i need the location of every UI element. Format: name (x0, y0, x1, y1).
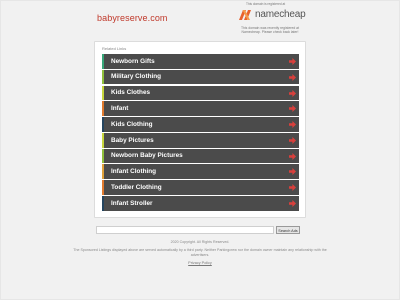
arrow-right-icon (289, 89, 296, 97)
related-link[interactable]: Infant Clothing (102, 164, 299, 180)
registrar-note: This domain was recently registered at N… (240, 26, 300, 35)
search-input[interactable] (96, 226, 274, 234)
copyright-text: 2020 Copyright. All Rights Reserved. (170, 240, 230, 244)
related-link[interactable]: Toddler Clothing (102, 180, 299, 195)
registrar-caption: This domain is registered at (246, 2, 286, 6)
related-link-label: Toddler Clothing (111, 183, 162, 191)
namecheap-logo-icon (239, 10, 251, 20)
arrow-right-icon (289, 105, 296, 113)
related-link[interactable]: Infant Stroller (102, 196, 299, 211)
link-color-bar (102, 164, 104, 180)
link-color-bar (102, 132, 104, 148)
related-link[interactable]: Kids Clothes (102, 85, 299, 101)
arrow-right-icon (289, 152, 296, 160)
related-link-label: Infant Stroller (111, 199, 153, 207)
related-link-label: Infant Clothing (111, 168, 157, 176)
link-color-bar (102, 117, 104, 132)
namecheap-logo-text: namecheap (255, 9, 306, 20)
related-link[interactable]: Newborn Gifts (102, 54, 299, 69)
related-link[interactable]: Baby Pictures (102, 132, 299, 148)
arrow-right-icon (289, 200, 296, 208)
related-links-list: Newborn Gifts Military Clothing Kids Clo… (102, 54, 299, 212)
related-link-label: Baby Pictures (111, 136, 154, 144)
related-link[interactable]: Infant (102, 101, 299, 116)
privacy-policy-link[interactable]: Privacy Policy (188, 261, 212, 265)
link-color-bar (102, 180, 104, 195)
namecheap-logo[interactable]: namecheap (238, 7, 306, 23)
related-link-label: Kids Clothes (111, 89, 151, 97)
privacy-policy-container: Privacy Policy (0, 261, 400, 265)
arrow-right-icon (289, 184, 296, 192)
link-color-bar (102, 54, 104, 69)
link-color-bar (102, 196, 104, 211)
disclaimer-text: The Sponsored Listings displayed above a… (73, 248, 327, 257)
link-color-bar (102, 148, 104, 164)
related-link-label: Newborn Gifts (111, 57, 155, 65)
arrow-right-icon (289, 168, 296, 176)
search-area: Search Ads (96, 225, 302, 235)
search-ads-button[interactable]: Search Ads (276, 226, 300, 234)
related-link[interactable]: Kids Clothing (102, 117, 299, 132)
arrow-right-icon (289, 73, 296, 81)
link-color-bar (102, 85, 104, 101)
arrow-right-icon (289, 136, 296, 144)
link-color-bar (102, 101, 104, 116)
related-links-panel: Related Links Newborn Gifts Military Clo… (94, 41, 306, 218)
related-link-label: Military Clothing (111, 73, 162, 81)
related-link-label: Kids Clothing (111, 120, 153, 128)
related-link-label: Infant (111, 104, 129, 112)
link-color-bar (102, 69, 104, 85)
related-link-label: Newborn Baby Pictures (111, 152, 183, 160)
header: babyreserve.com This domain is registere… (0, 0, 400, 40)
related-link[interactable]: Military Clothing (102, 69, 299, 85)
related-link[interactable]: Newborn Baby Pictures (102, 148, 299, 164)
arrow-right-icon (289, 121, 296, 129)
domain-name: babyreserve.com (97, 13, 168, 23)
arrow-right-icon (289, 58, 296, 65)
related-links-title: Related Links (102, 46, 127, 51)
